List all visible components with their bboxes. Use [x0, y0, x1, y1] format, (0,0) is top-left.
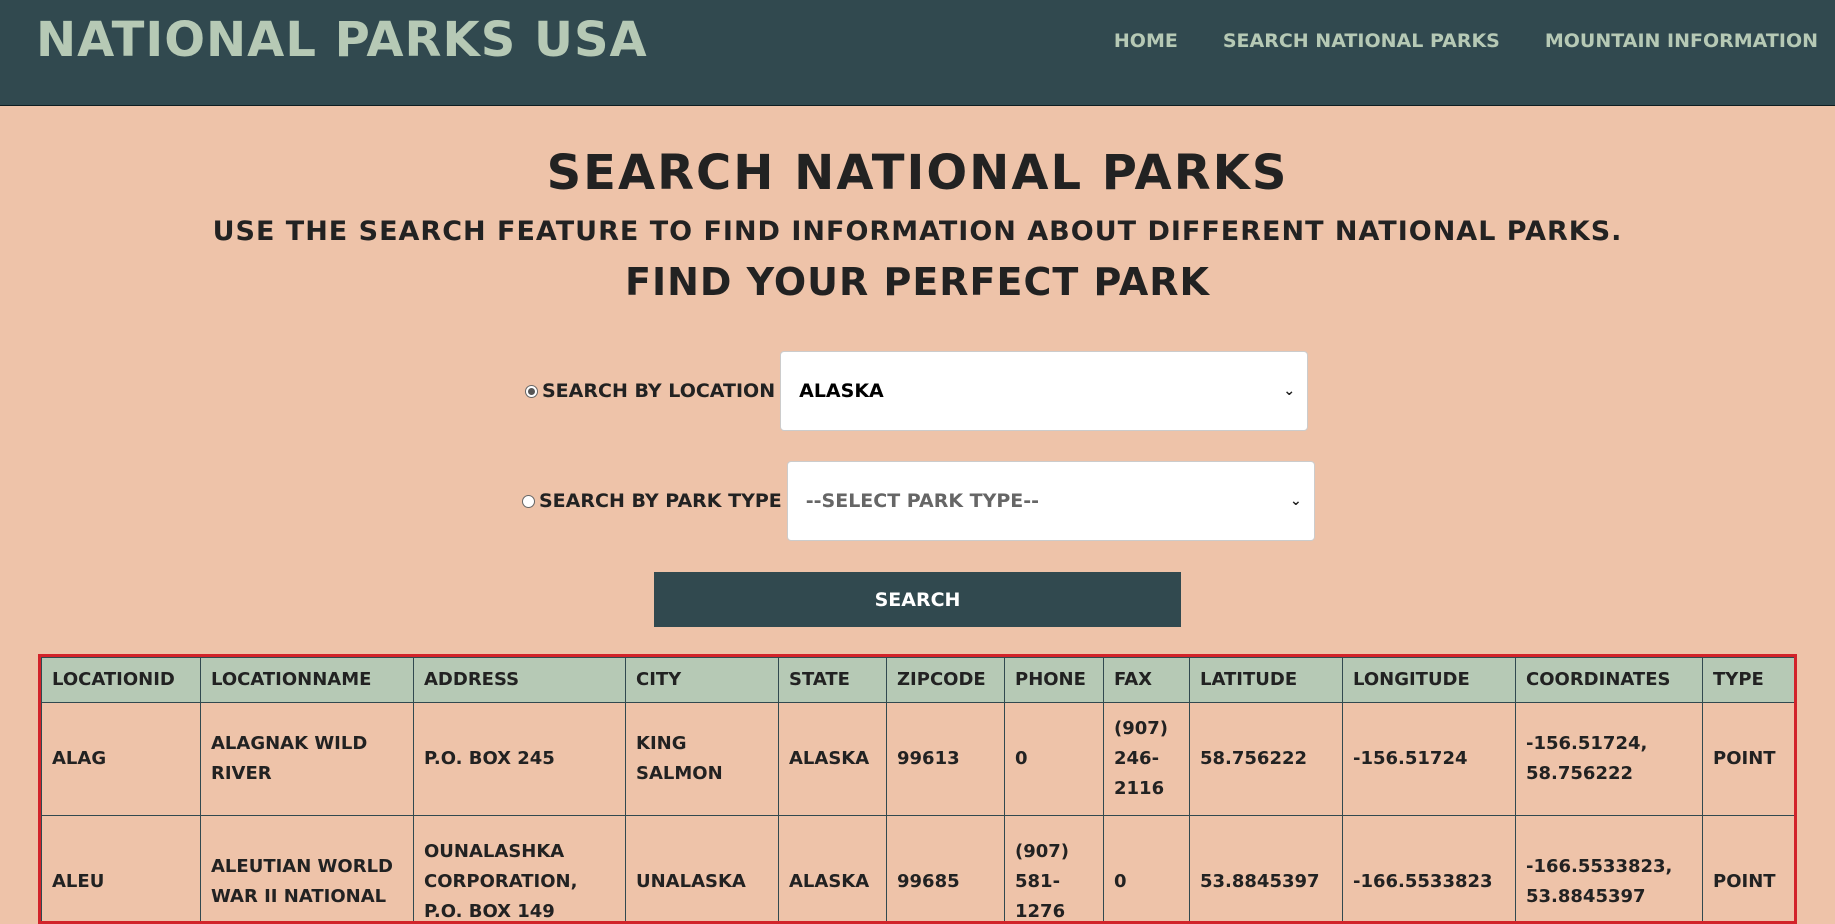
search-by-location-row: Search by Location Alaska ⌄: [525, 351, 1308, 431]
results-table-container: LocationID LocationName Address City Sta…: [38, 654, 1797, 924]
table-cell: 53.8845397: [1190, 816, 1343, 924]
column-header: Phone: [1005, 658, 1104, 703]
location-radio[interactable]: [525, 385, 538, 398]
column-header: ZipCode: [887, 658, 1005, 703]
table-cell: -156.51724, 58.756222: [1516, 703, 1703, 816]
page-subtitle: Use the search feature to find informati…: [0, 216, 1835, 247]
chevron-down-icon: ⌄: [1283, 383, 1295, 399]
table-cell: Alaska: [779, 703, 887, 816]
park-type-radio[interactable]: [522, 495, 535, 508]
location-select[interactable]: Alaska ⌄: [780, 351, 1308, 431]
table-cell: Alaska: [779, 816, 887, 924]
table-cell: (907) 246-2116: [1104, 703, 1190, 816]
column-header: LocationID: [42, 658, 201, 703]
column-header: State: [779, 658, 887, 703]
page-tagline: Find your perfect park: [0, 260, 1835, 304]
table-row: ALEU Aleutian World War II National Ouna…: [42, 816, 1795, 924]
table-cell: (907) 581-1276: [1005, 816, 1104, 924]
table-cell: 0: [1104, 816, 1190, 924]
table-cell: Point: [1703, 816, 1795, 924]
table-cell: Unalaska: [626, 816, 779, 924]
column-header: City: [626, 658, 779, 703]
column-header: Fax: [1104, 658, 1190, 703]
column-header: Longitude: [1343, 658, 1516, 703]
table-cell: Ounalashka Corporation, P.O. Box 149: [414, 816, 626, 924]
column-header: LocationName: [201, 658, 414, 703]
table-cell: -166.5533823, 53.8845397: [1516, 816, 1703, 924]
park-type-select[interactable]: --Select Park Type-- ⌄: [787, 461, 1315, 541]
location-select-value: Alaska: [799, 380, 884, 402]
column-header: Coordinates: [1516, 658, 1703, 703]
table-header-row: LocationID LocationName Address City Sta…: [42, 658, 1795, 703]
table-cell: Alagnak Wild River: [201, 703, 414, 816]
page-title: Search National Parks: [0, 145, 1835, 201]
table-cell: Aleutian World War II National: [201, 816, 414, 924]
table-cell: 0: [1005, 703, 1104, 816]
park-type-select-value: --Select Park Type--: [806, 490, 1039, 512]
table-cell: -166.5533823: [1343, 816, 1516, 924]
search-by-type-row: Search by Park Type --Select Park Type--…: [522, 461, 1315, 541]
site-logo-text[interactable]: National Parks USA: [36, 12, 648, 68]
table-cell: 99613: [887, 703, 1005, 816]
chevron-down-icon: ⌄: [1290, 493, 1302, 509]
park-type-radio-label[interactable]: Search by Park Type: [539, 490, 782, 512]
results-table: LocationID LocationName Address City Sta…: [41, 657, 1795, 924]
table-cell: -156.51724: [1343, 703, 1516, 816]
column-header: Latitude: [1190, 658, 1343, 703]
table-cell: ALEU: [42, 816, 201, 924]
search-button[interactable]: Search: [654, 572, 1181, 627]
column-header: Type: [1703, 658, 1795, 703]
main-nav: Home Search National Parks Mountain Info…: [1114, 30, 1818, 52]
column-header: Address: [414, 658, 626, 703]
nav-home-link[interactable]: Home: [1114, 30, 1178, 52]
table-cell: Point: [1703, 703, 1795, 816]
table-cell: P.O. Box 245: [414, 703, 626, 816]
nav-mountain-info-link[interactable]: Mountain Information: [1545, 30, 1818, 52]
location-radio-label[interactable]: Search by Location: [542, 380, 775, 402]
table-cell: King Salmon: [626, 703, 779, 816]
table-cell: ALAG: [42, 703, 201, 816]
top-navbar: National Parks USA Home Search National …: [0, 0, 1835, 106]
table-cell: 99685: [887, 816, 1005, 924]
table-cell: 58.756222: [1190, 703, 1343, 816]
nav-search-parks-link[interactable]: Search National Parks: [1223, 30, 1500, 52]
table-row: ALAG Alagnak Wild River P.O. Box 245 Kin…: [42, 703, 1795, 816]
